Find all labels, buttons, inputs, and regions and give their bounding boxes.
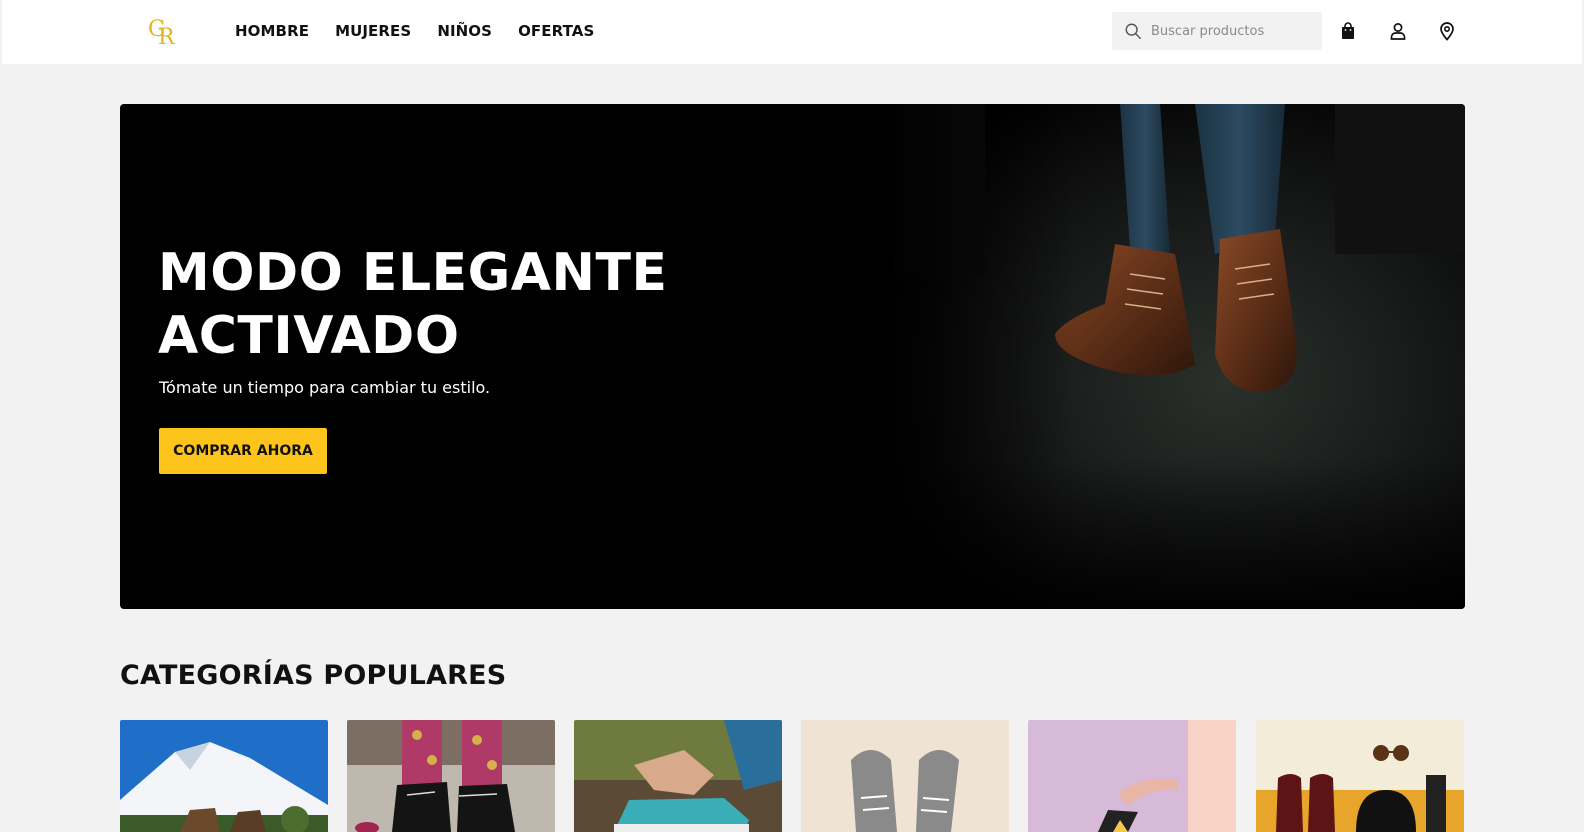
tying-sneaker-image: [574, 720, 782, 832]
brand-logo[interactable]: GR: [148, 14, 182, 50]
category-card-oxfords[interactable]: [347, 720, 555, 832]
user-icon[interactable]: [1388, 21, 1408, 41]
mountain-boots-image: [120, 720, 328, 832]
nav-item-ninos[interactable]: NIÑOS: [437, 20, 492, 42]
popular-categories-title: CATEGORÍAS POPULARES: [120, 660, 507, 691]
loafers-hat-image: [1256, 720, 1464, 832]
nav-item-hombre[interactable]: HOMBRE: [235, 20, 309, 42]
category-card-loafers[interactable]: [1256, 720, 1464, 832]
location-pin-icon[interactable]: [1437, 21, 1457, 41]
category-card-heels[interactable]: [1028, 720, 1236, 832]
hero-subtitle: Tómate un tiempo para cambiar tu estilo.: [159, 378, 491, 397]
search-input[interactable]: [1151, 23, 1311, 39]
top-navigation-bar: GR HOMBRE MUJERES NIÑOS OFERTAS: [2, 0, 1582, 64]
search-box[interactable]: [1112, 12, 1322, 50]
nav-item-ofertas[interactable]: OFERTAS: [518, 20, 594, 42]
category-card-grey-sneakers[interactable]: [801, 720, 1009, 832]
hero-shoes-image: [865, 104, 1465, 609]
hero-title: MODO ELEGANTE ACTIVADO: [158, 243, 668, 366]
grey-sneakers-image: [801, 720, 1009, 832]
black-oxfords-image: [347, 720, 555, 832]
shop-now-button[interactable]: COMPRAR AHORA: [159, 428, 327, 474]
hero-banner: MODO ELEGANTE ACTIVADO Tómate un tiempo …: [120, 104, 1465, 609]
search-icon: [1125, 23, 1141, 39]
category-card-blue-sneaker[interactable]: [574, 720, 782, 832]
shopping-bag-icon[interactable]: [1338, 21, 1358, 41]
nav-item-mujeres[interactable]: MUJERES: [335, 20, 411, 42]
heel-on-pink-image: [1028, 720, 1236, 832]
category-card-mountain-boots[interactable]: [120, 720, 328, 832]
main-nav: HOMBRE MUJERES NIÑOS OFERTAS: [235, 20, 594, 42]
